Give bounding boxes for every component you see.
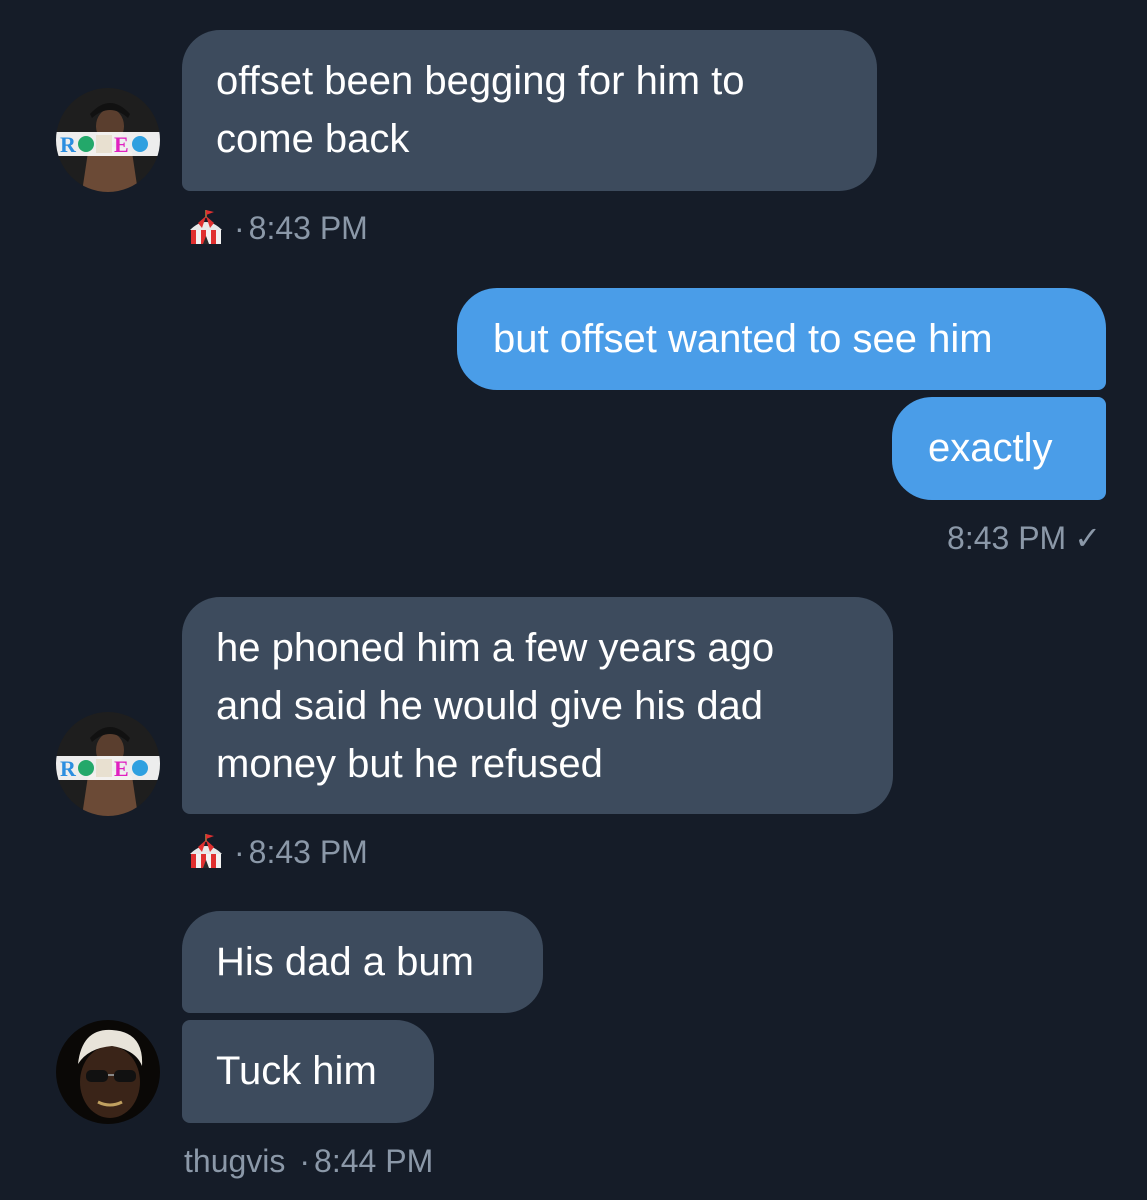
svg-text:E: E [114,132,129,157]
message-bubble-incoming[interactable]: His dad a bum [182,911,543,1013]
message-timestamp: 8:44 PM [314,1143,434,1179]
message-line: His dad a bum [216,940,474,984]
message-line: offset been begging for him to [216,59,745,103]
meta-separator: · [234,210,245,246]
check-icon: ✓ [1074,520,1101,556]
message-line: but offset wanted to see him [493,317,993,361]
message-line: Tuck him [216,1049,377,1093]
message-bubble-incoming[interactable]: he phoned him a few years ago and said h… [182,597,893,814]
svg-text:E: E [114,756,129,781]
message-timestamp: 8:43 PM [248,210,368,246]
message-meta: · 8:43 PM [186,206,368,250]
meta-separator: · [234,834,245,870]
meta-separator: · [299,1143,311,1179]
message-line: he phoned him a few years ago [216,626,775,670]
message-line: money but he refused [216,742,603,786]
avatar-thugvis[interactable] [56,1020,160,1124]
rodeo-avatar-image: R E [56,88,160,192]
thugvis-avatar-image [56,1020,160,1124]
sender-name: thugvis [184,1143,286,1179]
message-timestamp: 8:43 PM [947,520,1067,556]
message-line: exactly [928,426,1053,470]
avatar-rodeo[interactable]: R E [56,88,160,192]
message-bubble-outgoing[interactable]: but offset wanted to see him [457,288,1106,390]
message-bubble-incoming[interactable]: offset been begging for him to come back [182,30,877,191]
circus-tent-icon [190,834,222,868]
message-line: come back [216,117,410,161]
rodeo-avatar-image: R E [56,712,160,816]
message-bubble-outgoing[interactable]: exactly [892,397,1106,500]
svg-text:R: R [60,756,77,781]
message-timestamp: 8:43 PM [248,834,368,870]
avatar-rodeo[interactable]: R E [56,712,160,816]
circus-tent-icon [190,210,222,244]
message-meta: · 8:43 PM [186,830,368,874]
svg-text:R: R [60,132,77,157]
message-meta: thugvis · 8:44 PM [184,1139,433,1183]
message-meta: 8:43 PM ✓ [947,516,1101,560]
message-bubble-incoming[interactable]: Tuck him [182,1020,434,1123]
message-line: and said he would give his dad [216,684,764,728]
